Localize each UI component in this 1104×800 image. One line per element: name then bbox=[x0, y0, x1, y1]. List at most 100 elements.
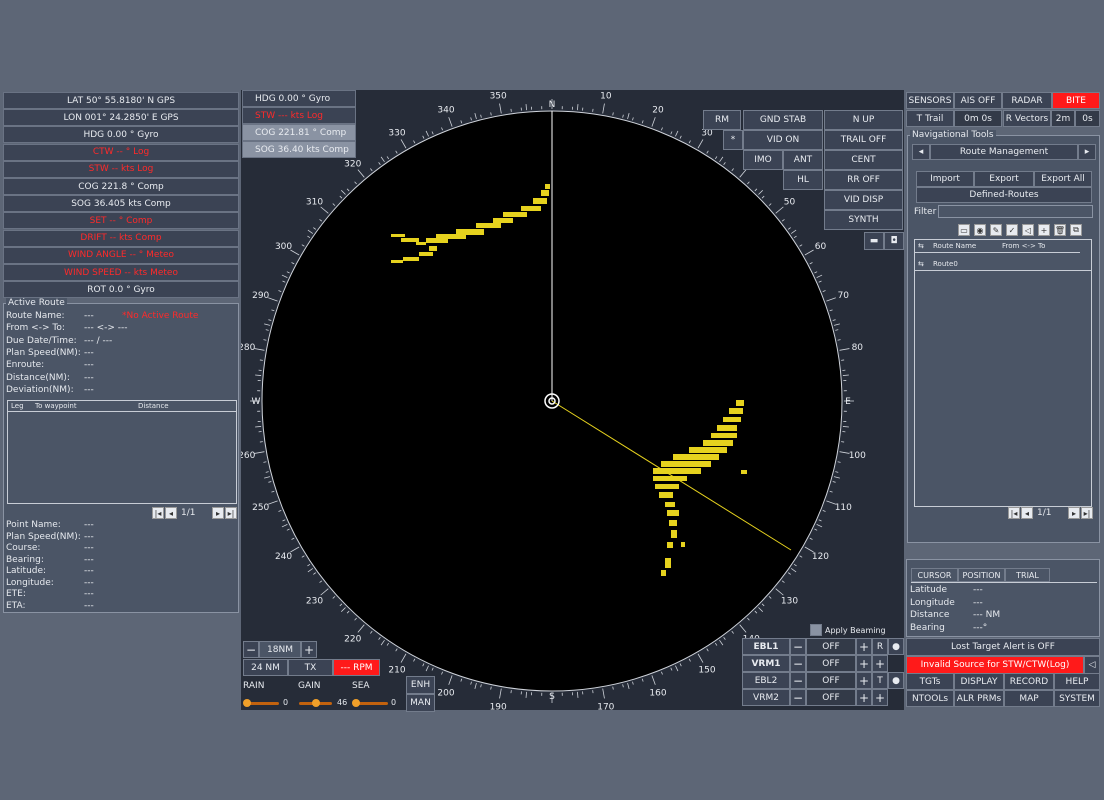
ais-off-button[interactable]: AIS OFF bbox=[954, 92, 1002, 109]
route-next-icon[interactable]: ▸ bbox=[1078, 144, 1096, 160]
routes-last-page-icon[interactable]: ▸| bbox=[1081, 507, 1093, 519]
cent-button[interactable]: CENT bbox=[824, 150, 903, 170]
rr-off-button[interactable]: RR OFF bbox=[824, 170, 903, 190]
ebl-vrm-decrease-button[interactable]: − bbox=[790, 689, 806, 706]
enh-button[interactable]: ENH bbox=[406, 676, 435, 694]
menu-alrprms-button[interactable]: ALR PRMs bbox=[954, 690, 1004, 707]
ebl-active-indicator-icon[interactable]: ● bbox=[888, 672, 904, 689]
export-all-button[interactable]: Export All bbox=[1034, 171, 1092, 187]
activate-route-icon[interactable]: ✓ bbox=[1006, 224, 1018, 236]
hl-button[interactable]: HL bbox=[783, 170, 823, 190]
nav-tools-title: Navigational Tools bbox=[910, 130, 996, 140]
ebl-active-indicator-icon[interactable]: ● bbox=[888, 638, 904, 655]
ebl-vrm-decrease-button[interactable]: − bbox=[790, 638, 806, 655]
n-up-button[interactable]: N UP bbox=[824, 110, 903, 130]
route-field-value: --- / --- bbox=[84, 335, 113, 346]
ebl-vrm-label[interactable]: VRM2 bbox=[742, 689, 790, 706]
sea-slider-knob[interactable] bbox=[352, 699, 360, 707]
routes-first-page-icon[interactable]: |◂ bbox=[1008, 507, 1020, 519]
vrm-fine-increase-button[interactable]: + bbox=[872, 655, 888, 672]
mute-alarm-icon[interactable]: ◁ bbox=[1084, 656, 1100, 674]
defined-routes-tab[interactable]: Defined-Routes bbox=[916, 187, 1092, 203]
first-page-icon[interactable]: |◂ bbox=[152, 507, 164, 519]
tx-button[interactable]: TX bbox=[288, 659, 333, 676]
routes-prev-page-icon[interactable]: ◂ bbox=[1021, 507, 1033, 519]
r-vectors-button[interactable]: R Vectors bbox=[1003, 110, 1051, 127]
tab-position[interactable]: POSITION bbox=[958, 568, 1005, 582]
ebl-vrm-decrease-button[interactable]: − bbox=[790, 655, 806, 672]
menu-record-button[interactable]: RECORD bbox=[1004, 673, 1054, 690]
prev-page-icon[interactable]: ◂ bbox=[165, 507, 177, 519]
ebl-vrm-label[interactable]: EBL2 bbox=[742, 672, 790, 689]
radar-button[interactable]: RADAR bbox=[1002, 92, 1052, 109]
apply-beaming-checkbox[interactable] bbox=[810, 624, 822, 636]
man-button[interactable]: MAN bbox=[406, 694, 435, 712]
menu-help-button[interactable]: HELP bbox=[1054, 673, 1100, 690]
view-route-icon[interactable]: ◉ bbox=[974, 224, 986, 236]
ebl-vrm-label[interactable]: EBL1 bbox=[742, 638, 790, 655]
nav-info-row: ROT 0.0 ° Gyro bbox=[3, 281, 239, 299]
trail-off-button[interactable]: TRAIL OFF bbox=[824, 130, 903, 150]
menu-ntools-button[interactable]: NTOOLs bbox=[906, 690, 954, 707]
gnd-stab-button[interactable]: GND STAB bbox=[743, 110, 823, 130]
bite-button[interactable]: BITE bbox=[1052, 92, 1100, 109]
ant-button[interactable]: ANT bbox=[783, 150, 823, 170]
camera-icon[interactable]: ◘ bbox=[884, 232, 904, 250]
ebl-vrm-increase-button[interactable]: + bbox=[856, 689, 872, 706]
bearing-label: 300 bbox=[275, 242, 292, 252]
route-field-label: Route Name: bbox=[6, 311, 65, 321]
sensors-button[interactable]: SENSORS bbox=[906, 92, 954, 109]
route-management-selector[interactable]: Route Management bbox=[930, 144, 1078, 160]
ebl-vrm-decrease-button[interactable]: − bbox=[790, 672, 806, 689]
range-increase-button[interactable]: + bbox=[301, 641, 317, 658]
routes-next-page-icon[interactable]: ▸ bbox=[1068, 507, 1080, 519]
ebl-vrm-increase-button[interactable]: + bbox=[856, 655, 872, 672]
ebl-vrm-label[interactable]: VRM1 bbox=[742, 655, 790, 672]
new-route-icon[interactable]: ▭ bbox=[958, 224, 970, 236]
import-button[interactable]: Import bbox=[916, 171, 974, 187]
vid-disp-button[interactable]: VID DISP bbox=[824, 190, 903, 210]
menu-map-button[interactable]: MAP bbox=[1004, 690, 1054, 707]
bearing-label: 290 bbox=[252, 291, 269, 301]
menu-tgts-button[interactable]: TGTs bbox=[906, 673, 954, 690]
range-decrease-button[interactable]: − bbox=[243, 641, 259, 658]
ebl-reference-toggle[interactable]: R bbox=[872, 638, 888, 655]
t-trail-button[interactable]: T Trail bbox=[906, 110, 954, 127]
range-24nm-button[interactable]: 24 NM bbox=[243, 659, 288, 676]
bearing-tick bbox=[525, 104, 527, 111]
bearing-tick bbox=[837, 339, 841, 341]
vid-on-button[interactable]: VID ON bbox=[743, 130, 823, 150]
vrm-fine-increase-button[interactable]: + bbox=[872, 689, 888, 706]
bearing-tick bbox=[814, 528, 818, 531]
menu-system-button[interactable]: SYSTEM bbox=[1054, 690, 1100, 707]
copy-route-icon[interactable]: ⧉ bbox=[1070, 224, 1082, 236]
ebl-reference-toggle[interactable]: T bbox=[872, 672, 888, 689]
tab-cursor[interactable]: CURSOR bbox=[911, 568, 958, 582]
routes-pager: 1/1 bbox=[1037, 508, 1052, 518]
gain-slider-knob[interactable] bbox=[312, 699, 320, 707]
bearing-tick bbox=[319, 580, 323, 583]
imo-button[interactable]: IMO bbox=[743, 150, 783, 170]
ownship-data-row: COG 221.81 ° Comp bbox=[242, 124, 356, 141]
tab-trial[interactable]: TRIAL bbox=[1005, 568, 1050, 582]
last-page-icon[interactable]: ▸| bbox=[225, 507, 237, 519]
ebl-vrm-increase-button[interactable]: + bbox=[856, 672, 872, 689]
filter-input[interactable] bbox=[938, 205, 1093, 218]
add-route-icon[interactable]: + bbox=[1038, 224, 1050, 236]
next-page-icon[interactable]: ▸ bbox=[212, 507, 224, 519]
delete-route-icon[interactable]: 🗑 bbox=[1054, 224, 1066, 236]
ebl-vrm-increase-button[interactable]: + bbox=[856, 638, 872, 655]
menu-display-button[interactable]: DISPLAY bbox=[954, 673, 1004, 690]
rm-button[interactable]: RM bbox=[703, 110, 741, 130]
invalid-source-alert[interactable]: Invalid Source for STW/CTW(Log) bbox=[906, 656, 1084, 674]
star-button[interactable]: * bbox=[723, 130, 743, 150]
route-row[interactable]: ⇆ Route0 bbox=[915, 258, 1091, 271]
route-prev-icon[interactable]: ◂ bbox=[912, 144, 930, 160]
bearing-tick bbox=[254, 451, 265, 454]
reverse-route-icon[interactable]: ◁ bbox=[1022, 224, 1034, 236]
edit-route-icon[interactable]: ✎ bbox=[990, 224, 1002, 236]
rain-slider-knob[interactable] bbox=[243, 699, 251, 707]
save-icon[interactable]: ▬ bbox=[864, 232, 884, 250]
export-button[interactable]: Export bbox=[974, 171, 1034, 187]
synth-button[interactable]: SYNTH bbox=[824, 210, 903, 230]
